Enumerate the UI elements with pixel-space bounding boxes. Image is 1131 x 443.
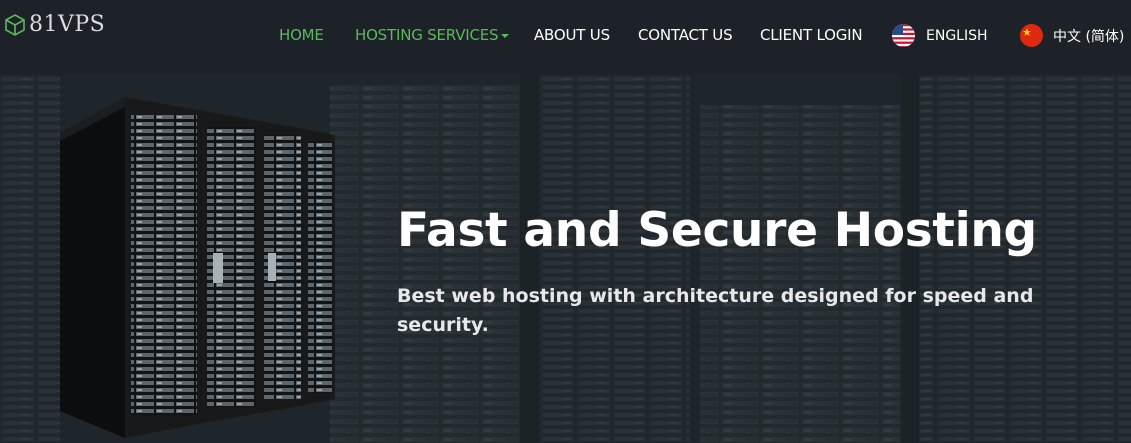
nav-hosting-services-label: HOSTING SERVICES	[355, 26, 499, 44]
nav-client-login[interactable]: CLIENT LOGIN	[760, 26, 863, 44]
language-english-label: ENGLISH	[926, 27, 988, 44]
language-chinese[interactable]: 中文 (简体)	[1020, 24, 1124, 47]
chevron-down-icon	[501, 33, 510, 38]
site-header: 81VPS HOME HOSTING SERVICES ABOUT US CON…	[0, 0, 1131, 75]
nav-about-us[interactable]: ABOUT US	[534, 26, 610, 44]
hero-subtitle: Best web hosting with architecture desig…	[397, 285, 1034, 336]
china-flag-icon	[1020, 24, 1043, 47]
language-chinese-label: 中文 (简体)	[1053, 28, 1125, 45]
logo-text: 81VPS	[29, 12, 106, 37]
hero-title: Fast and Secure Hosting	[397, 203, 1037, 258]
us-flag-icon	[892, 24, 915, 47]
server-rack-image	[60, 97, 335, 438]
nav-hosting-services[interactable]: HOSTING SERVICES	[355, 26, 510, 44]
logo[interactable]: 81VPS	[4, 12, 105, 37]
cube-icon	[5, 13, 25, 36]
nav-contact-us[interactable]: CONTACT US	[638, 26, 733, 44]
hero-banner: Fast and Secure Hosting Best web hosting…	[0, 75, 1131, 443]
language-english[interactable]: ENGLISH	[892, 24, 988, 47]
nav-home[interactable]: HOME	[279, 26, 324, 44]
